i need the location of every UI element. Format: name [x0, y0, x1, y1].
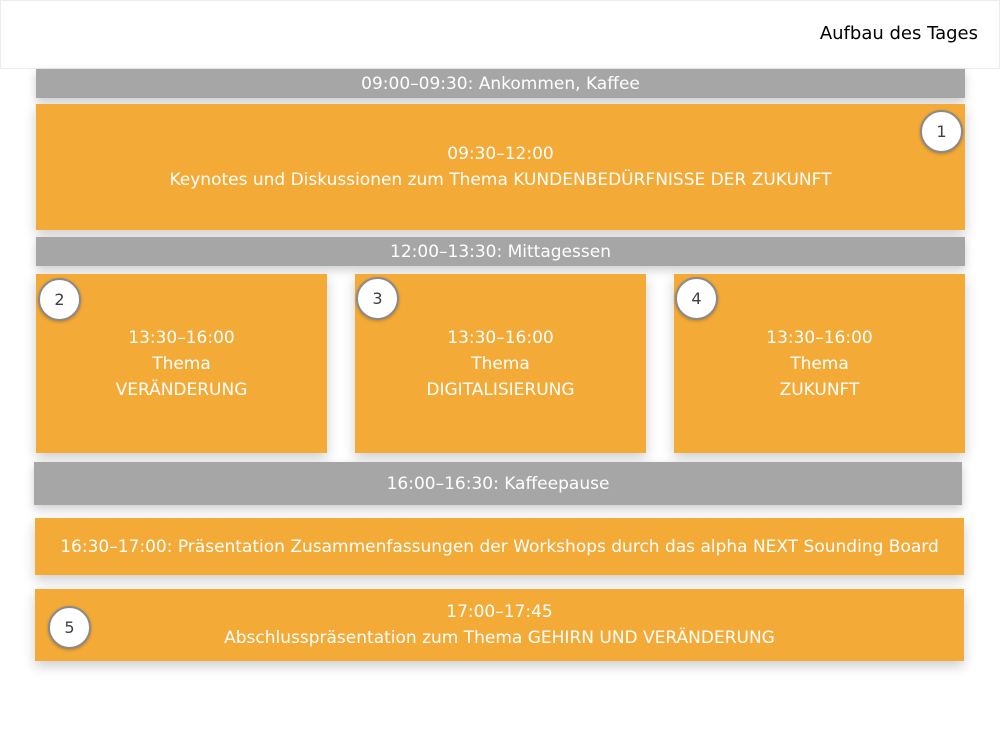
step-badge-1: 1 [920, 110, 963, 153]
step-badge-5: 5 [48, 606, 91, 649]
step-number: 4 [691, 289, 702, 308]
workshop-topic: ZUKUNFT [779, 379, 860, 400]
lunch-bar: 12:00–13:30: Mittagessen [36, 237, 965, 266]
arrival-bar: 09:00–09:30: Ankommen, Kaffee [36, 69, 965, 98]
step-number: 3 [372, 289, 383, 308]
step-number: 2 [54, 290, 65, 309]
coffee-break-bar: 16:00–16:30: Kaffeepause [34, 462, 962, 505]
step-badge-3: 3 [356, 277, 399, 320]
coffee-break-text: 16:00–16:30: Kaffeepause [386, 473, 610, 494]
closing-title: Abschlusspräsentation zum Thema GEHIRN U… [224, 628, 775, 648]
step-number: 1 [936, 122, 947, 141]
workshop-label: Thema [471, 353, 530, 374]
workshop-topic: DIGITALISIERUNG [426, 379, 575, 400]
keynotes-block: 09:30–12:00 Keynotes und Diskussionen zu… [36, 104, 965, 230]
workshop-time: 13:30–16:00 [128, 327, 235, 348]
workshop-time: 13:30–16:00 [447, 327, 554, 348]
workshop-label: Thema [790, 353, 849, 374]
closing-block: 17:00–17:45 Abschlusspräsentation zum Th… [35, 589, 964, 661]
keynotes-time: 09:30–12:00 [447, 144, 554, 164]
workshop-topic: VERÄNDERUNG [115, 379, 248, 400]
step-number: 5 [64, 618, 75, 637]
arrival-text: 09:00–09:30: Ankommen, Kaffee [361, 73, 640, 94]
step-badge-2: 2 [38, 278, 81, 321]
keynotes-title: Keynotes und Diskussionen zum Thema KUND… [169, 170, 832, 190]
step-badge-4: 4 [675, 277, 718, 320]
lunch-text: 12:00–13:30: Mittagessen [390, 241, 611, 262]
workshop-label: Thema [152, 353, 211, 374]
header: Aufbau des Tages [0, 0, 1000, 69]
workshop-time: 13:30–16:00 [766, 327, 873, 348]
page-title: Aufbau des Tages [819, 23, 978, 44]
summary-text: 16:30–17:00: Präsentation Zusammenfassun… [60, 536, 939, 557]
closing-time: 17:00–17:45 [446, 602, 553, 622]
summary-block: 16:30–17:00: Präsentation Zusammenfassun… [35, 518, 964, 575]
